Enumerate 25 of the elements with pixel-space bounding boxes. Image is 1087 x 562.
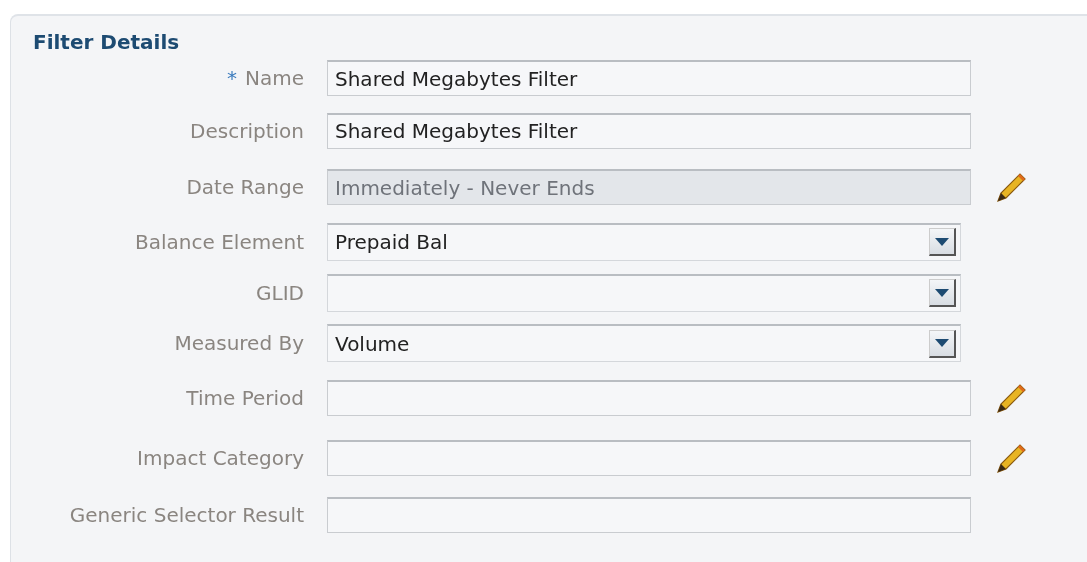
field-label: GLID [256, 280, 304, 305]
dropdown-button[interactable] [929, 329, 956, 358]
text-field[interactable] [327, 380, 971, 416]
field-label: Time Period [186, 386, 304, 410]
dropdown-button[interactable] [929, 279, 956, 307]
field-label: Measured By [174, 331, 304, 355]
caret-icon [935, 339, 949, 347]
text-field[interactable]: Shared Megabytes Filter [327, 112, 971, 149]
caret-icon [935, 288, 949, 297]
field-label: Date Range [186, 175, 304, 199]
panel-title: Filter Details [32, 29, 181, 54]
dropdown-field[interactable]: Prepaid Bal [327, 222, 961, 261]
field-label: * Name [227, 66, 304, 90]
field-label: Impact Category [137, 446, 304, 470]
text-field[interactable] [327, 440, 971, 476]
dropdown-field[interactable] [327, 273, 961, 312]
text-field[interactable]: Shared Megabytes Filter [327, 60, 971, 96]
dropdown-field[interactable]: Volume [327, 324, 961, 362]
field-label: Description [190, 118, 304, 143]
field-label: Generic Selector Result [69, 503, 304, 527]
field-label: Balance Element [135, 229, 304, 254]
caret-icon [935, 237, 949, 246]
text-field[interactable] [327, 497, 971, 533]
text-field[interactable]: Immediately - Never Ends [327, 169, 971, 205]
dropdown-button[interactable] [929, 228, 956, 256]
